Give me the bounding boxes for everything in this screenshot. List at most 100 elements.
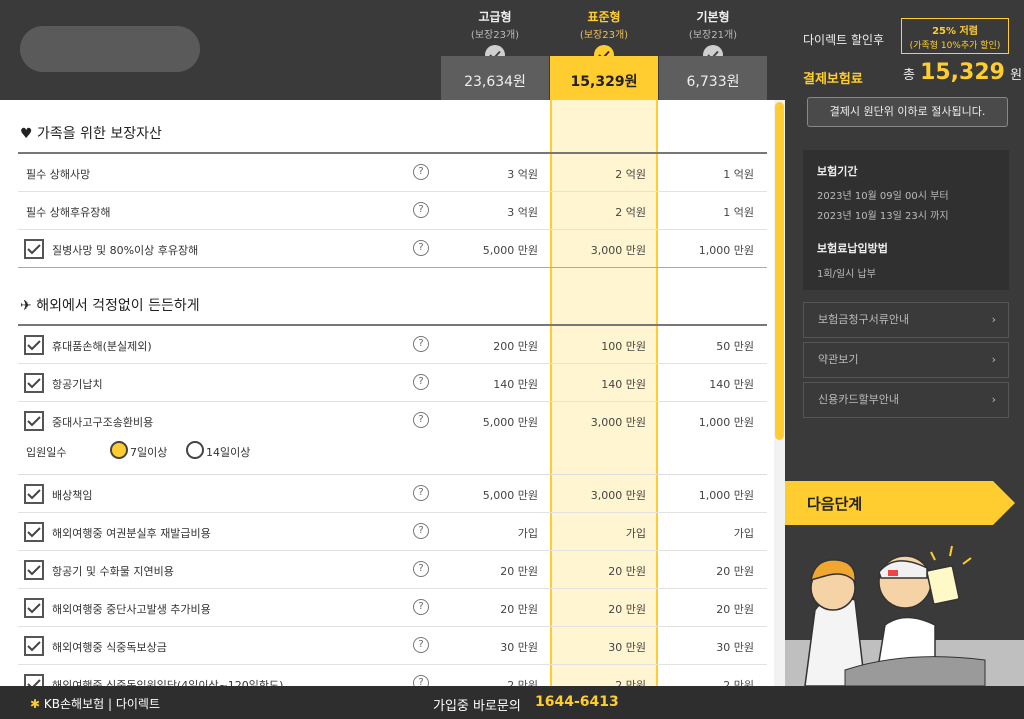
radio-7days[interactable] <box>110 441 128 459</box>
plan-price-basic[interactable]: 6,733원 <box>659 56 767 100</box>
divider <box>18 267 767 268</box>
value-premium: 20 만원 <box>500 603 538 616</box>
section-title-overseas: ✈ 해외에서 걱정없이 든든하게 <box>20 298 200 314</box>
brand-logo[interactable]: ✱ KB손해보험 | 다이렉트 <box>30 695 160 712</box>
row-checkbox[interactable] <box>24 484 44 504</box>
value-standard: 3,000 만원 <box>590 489 646 502</box>
plan-coverage: (보장23개) <box>579 30 629 41</box>
help-icon[interactable]: ? <box>413 336 429 352</box>
value-premium: 20 만원 <box>500 565 538 578</box>
row-label: 배상책임 <box>52 489 93 502</box>
kb-star-icon: ✱ <box>30 697 41 711</box>
value-basic: 가입 <box>733 527 754 540</box>
value-standard: 30 만원 <box>608 641 646 654</box>
radio-14days[interactable] <box>186 441 204 459</box>
plan-name: 기본형 <box>696 10 730 24</box>
row-checkbox[interactable] <box>24 335 44 355</box>
hospital-days-option: 입원일수 7일이상 14일이상 <box>18 438 767 468</box>
row-label: 해외여행중 여권분실후 재발급비용 <box>52 527 211 540</box>
row-checkbox[interactable] <box>24 239 44 259</box>
value-basic: 20 만원 <box>716 603 754 616</box>
chevron-right-icon: › <box>991 313 996 326</box>
help-icon[interactable]: ? <box>413 164 429 180</box>
plan-price-premium[interactable]: 23,634원 <box>441 56 549 100</box>
table-row: 휴대품손해(분실제외) ? 200 만원 100 만원 50 만원 <box>18 326 767 364</box>
table-row: 질병사망 및 80%이상 후유장해 ? 5,000 만원 3,000 만원 1,… <box>18 230 767 268</box>
value-premium: 5,000 만원 <box>482 244 538 257</box>
period-from: 2023년 10월 09일 00시 부터 <box>817 191 949 202</box>
summary-sidebar: 다이렉트 할인후 25% 저렴 (가족형 10%추가 할인) 결제보험료 총 1… <box>785 0 1024 687</box>
chevron-right-icon: › <box>991 353 996 366</box>
plan-price-standard[interactable]: 15,329원 <box>550 56 658 100</box>
row-label: 중대사고구조송환비용 <box>52 416 154 429</box>
row-checkbox[interactable] <box>24 560 44 580</box>
value-premium: 3 억원 <box>507 168 538 181</box>
row-checkbox[interactable] <box>24 598 44 618</box>
row-checkbox[interactable] <box>24 373 44 393</box>
link-card-installment[interactable]: 신용카드할부안내 › <box>803 382 1009 418</box>
row-label: 해외여행중 식중독입원일당(4일이상~120일한도) <box>52 679 284 686</box>
help-icon[interactable]: ? <box>413 485 429 501</box>
value-standard: 20 만원 <box>608 603 646 616</box>
help-icon[interactable]: ? <box>413 374 429 390</box>
value-premium: 2 만원 <box>507 679 538 686</box>
link-terms[interactable]: 약관보기 › <box>803 342 1009 378</box>
radio-14days-label[interactable]: 14일이상 <box>206 444 250 460</box>
scrollbar[interactable] <box>774 100 785 686</box>
help-icon[interactable]: ? <box>413 675 429 686</box>
next-step-button[interactable]: 다음단계 <box>785 481 1015 525</box>
period-to: 2023년 10월 13일 23시 까지 <box>817 211 949 222</box>
row-label: 해외여행중 중단사고발생 추가비용 <box>52 603 211 616</box>
contact-phone[interactable]: 1644-6413 <box>535 694 619 710</box>
row-checkbox[interactable] <box>24 674 44 686</box>
airplane-icon: ✈ <box>20 298 32 314</box>
help-icon[interactable]: ? <box>413 637 429 653</box>
value-premium: 3 억원 <box>507 206 538 219</box>
policy-info-box: 보험기간 2023년 10월 09일 00시 부터 2023년 10월 13일 … <box>803 150 1009 290</box>
truncate-notice-button[interactable]: 결제시 원단위 이하로 절사됩니다. <box>807 97 1008 127</box>
value-standard: 20 만원 <box>608 565 646 578</box>
table-row: 배상책임 ? 5,000 만원 3,000 만원 1,000 만원 <box>18 475 767 513</box>
value-premium: 5,000 만원 <box>482 489 538 502</box>
radio-7days-label[interactable]: 7일이상 <box>130 444 167 460</box>
payment-title: 보험료납입방법 <box>817 242 888 255</box>
value-standard: 100 만원 <box>601 340 646 353</box>
row-label: 질병사망 및 80%이상 후유장해 <box>52 244 199 257</box>
value-premium: 200 만원 <box>493 340 538 353</box>
help-icon[interactable]: ? <box>413 599 429 615</box>
help-icon[interactable]: ? <box>413 202 429 218</box>
table-row: 중대사고구조송환비용 ? 5,000 만원 3,000 만원 1,000 만원 <box>18 402 767 440</box>
discount-badge: 25% 저렴 (가족형 10%추가 할인) <box>901 18 1009 54</box>
value-premium: 가입 <box>517 527 538 540</box>
help-icon[interactable]: ? <box>413 240 429 256</box>
table-row: 필수 상해후유장해 ? 3 억원 2 억원 1 억원 <box>18 192 767 230</box>
value-basic: 2 만원 <box>723 679 754 686</box>
link-claim-docs[interactable]: 보험금청구서류안내 › <box>803 302 1009 338</box>
value-standard: 가입 <box>625 527 646 540</box>
value-standard: 3,000 만원 <box>590 416 646 429</box>
table-row: 항공기 및 수화물 지연비용 ? 20 만원 20 만원 20 만원 <box>18 551 767 589</box>
value-basic: 1,000 만원 <box>698 489 754 502</box>
row-checkbox[interactable] <box>24 411 44 431</box>
next-step-label: 다음단계 <box>807 495 863 513</box>
value-basic: 1,000 만원 <box>698 244 754 257</box>
value-premium: 30 만원 <box>500 641 538 654</box>
row-checkbox[interactable] <box>24 522 44 542</box>
heart-icon: ♥ <box>20 126 33 142</box>
section-title-family: ♥ 가족을 위한 보장자산 <box>20 126 162 142</box>
redacted-name-pill <box>20 26 200 72</box>
value-premium: 140 만원 <box>493 378 538 391</box>
premium-value: 15,329 <box>920 60 1005 85</box>
row-label: 필수 상해사망 <box>26 168 91 181</box>
help-icon[interactable]: ? <box>413 523 429 539</box>
table-row: 해외여행중 식중독입원일당(4일이상~120일한도) ? 2 만원 2 만원 2… <box>18 665 767 686</box>
table-row: 해외여행중 여권분실후 재발급비용 ? 가입 가입 가입 <box>18 513 767 551</box>
contact-label: 가입중 바로문의 <box>433 699 521 714</box>
row-checkbox[interactable] <box>24 636 44 656</box>
coverage-table: ♥ 가족을 위한 보장자산 필수 상해사망 ? 3 억원 2 억원 1 억원 필… <box>0 100 785 686</box>
table-row: 해외여행중 식중독보상금 ? 30 만원 30 만원 30 만원 <box>18 627 767 665</box>
scrollbar-thumb[interactable] <box>775 102 784 440</box>
help-icon[interactable]: ? <box>413 561 429 577</box>
plan-name: 표준형 <box>587 10 621 24</box>
help-icon[interactable]: ? <box>413 412 429 428</box>
